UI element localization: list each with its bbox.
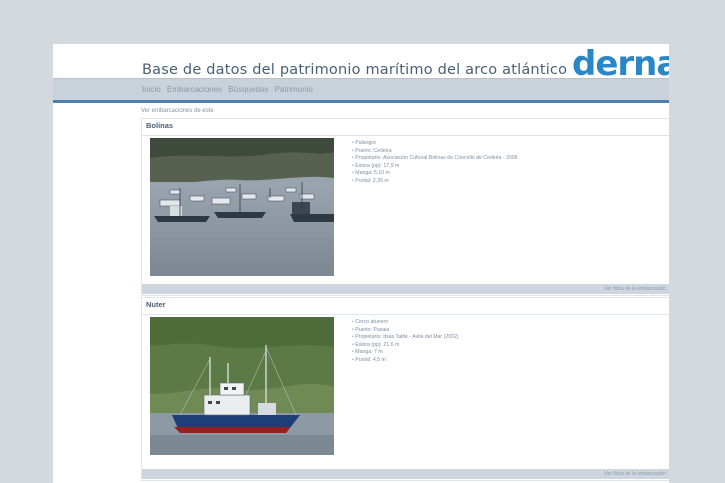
vessel-specs-list: Cerco atunero Puerto: Pasaia Propietario… [352,319,459,365]
spec-item: Propietario: Asociación Cultural Bolinas… [352,155,517,163]
spec-item: Eslora (pp): 17,9 m [352,163,518,171]
view-details-link[interactable]: Ver ficha de la embarcación [604,471,666,477]
vessel-name[interactable]: Nuter [142,298,669,315]
nav-item-inicio[interactable]: Inicio [142,85,161,94]
main-navigation: Inicio Embarcaciones Búsquedas Patrimoni… [53,78,669,101]
spec-item: Manga: 7 m [352,349,459,357]
spec-item: Manga: 5,10 m [352,170,518,178]
nav-item-embarcaciones[interactable]: Embarcaciones [167,85,222,94]
vessel-specs-list: Palangre Puerto: Cedeira Propietario: As… [352,140,518,186]
spec-item: Propietario: Itsas Talde - Avila del Mar… [352,334,458,342]
vessel-name[interactable]: Bolinas [142,119,669,136]
browser-page: Base de datos del patrimonio marítimo de… [53,44,669,483]
vessel-card: Bolinas • Palangre • Puerto: Cedeira • P… [141,118,669,296]
nav-divider [53,100,669,103]
breadcrumb[interactable]: Ver embarcaciones de este [141,108,669,118]
spec-item: Puerto: Pasaia [352,327,459,335]
card-footer: Ver ficha de la embarcación [142,469,669,479]
spec-item: Cerco atunero [352,319,459,327]
nav-item-patrimonio[interactable]: Patrimonio [275,85,313,94]
card-footer: Ver ficha de la embarcación [142,284,669,294]
vessel-card: Nuter • Cerco atunero • Puerto: Pasaia •… [141,297,669,481]
spec-item: Palangre [352,140,518,148]
spec-item: Puntal: 2,35 m [352,178,518,186]
spec-item: Puerto: Cedeira [352,148,518,156]
sidebar [53,103,133,483]
site-title: Base de datos del patrimonio marítimo de… [142,62,568,78]
vessel-photo[interactable] [150,317,334,455]
spec-item: Eslora (pp): 21,6 m [352,342,459,350]
harbor-boats-image [150,138,334,276]
view-details-link[interactable]: Ver ficha de la embarcación [604,286,666,292]
vessel-photo[interactable] [150,138,334,276]
nav-menu: Inicio Embarcaciones Búsquedas Patrimoni… [142,85,317,94]
spec-item: Puntal: 4,5 m [352,357,459,365]
main-content: Ver embarcaciones de este Bolinas • Pala… [141,108,669,481]
fishing-trawler-image [150,317,334,455]
nav-item-busquedas[interactable]: Búsquedas [228,85,268,94]
